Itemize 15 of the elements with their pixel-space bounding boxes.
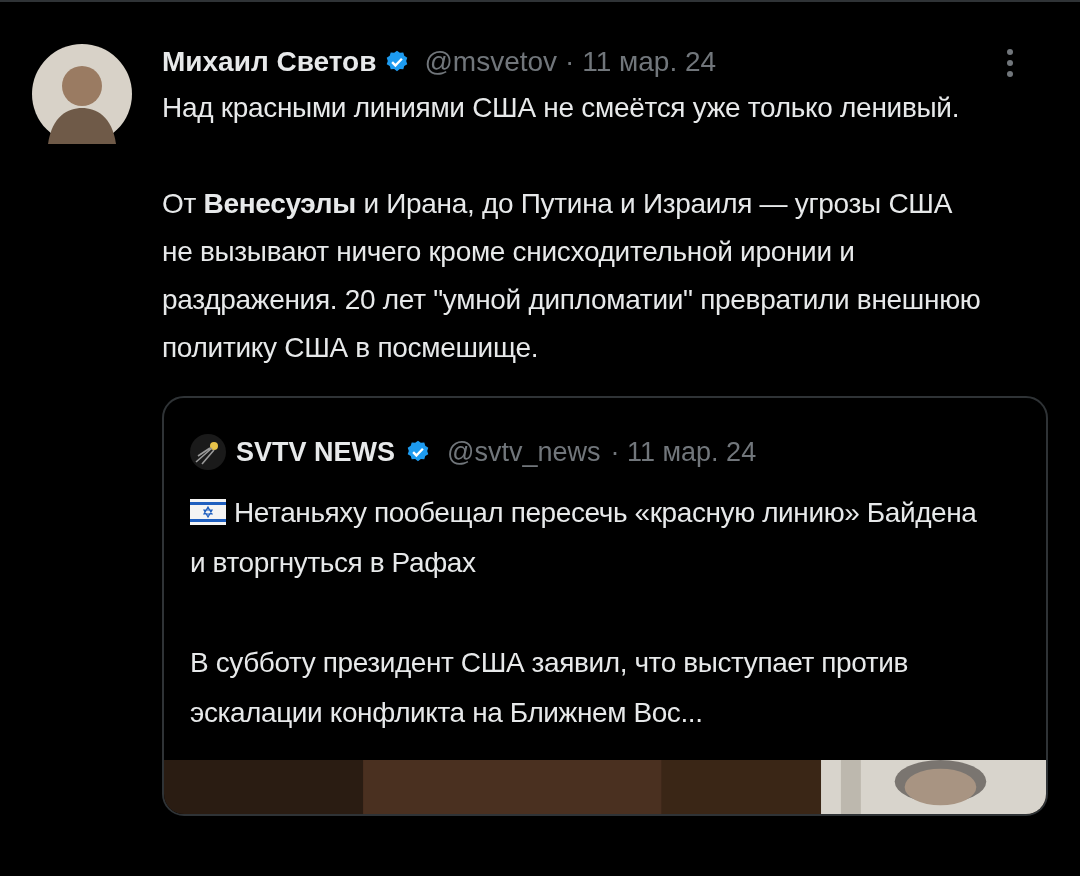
post-text: Над красными линиями США не смеётся уже только ленивый. <box>162 91 961 125</box>
post-date[interactable]: · 11 мар. 24 <box>565 44 717 80</box>
author-handle[interactable]: @msvetov <box>424 44 558 80</box>
author-name[interactable]: Михаил Светов <box>162 44 377 80</box>
channel-logo-icon <box>190 434 226 470</box>
quoted-post-date[interactable]: · 11 мар. 24 <box>610 435 757 469</box>
flag-icon <box>190 499 226 525</box>
channel-handle[interactable]: @svtv_news <box>447 435 601 469</box>
avatar[interactable] <box>32 44 132 144</box>
channel-name[interactable]: SVTV NEWS <box>236 435 396 469</box>
more-icon[interactable] <box>1006 48 1014 78</box>
quoted-post-text: Нетаньяху пообещал пересечь «красную линию» Байдена и вторгнуться в Рафах <box>190 496 978 580</box>
quoted-post-text: В субботу президент США заявил, что выступает против эскалации конфликта на Ближнем Вос... <box>190 646 909 730</box>
post-text: От Венесуэлы и Ирана, до Путина и Израиля — угрозы США не вызывают ничего кроме снисходительной иронии и раздражения. 20 лет "умной дипломатии" превратили внешнюю политику США в посмешище. <box>162 187 982 365</box>
quoted-post-card[interactable]: SVTV NEWS @svtv_news · 11 мар. 24 Нетаньяху пообещал пересечь «красную линию» Байдена и вторгнуться в Рафах В субботу президент США заявил, что выступает против эскалации конфликта на Ближнем Вос... <box>162 396 1048 816</box>
